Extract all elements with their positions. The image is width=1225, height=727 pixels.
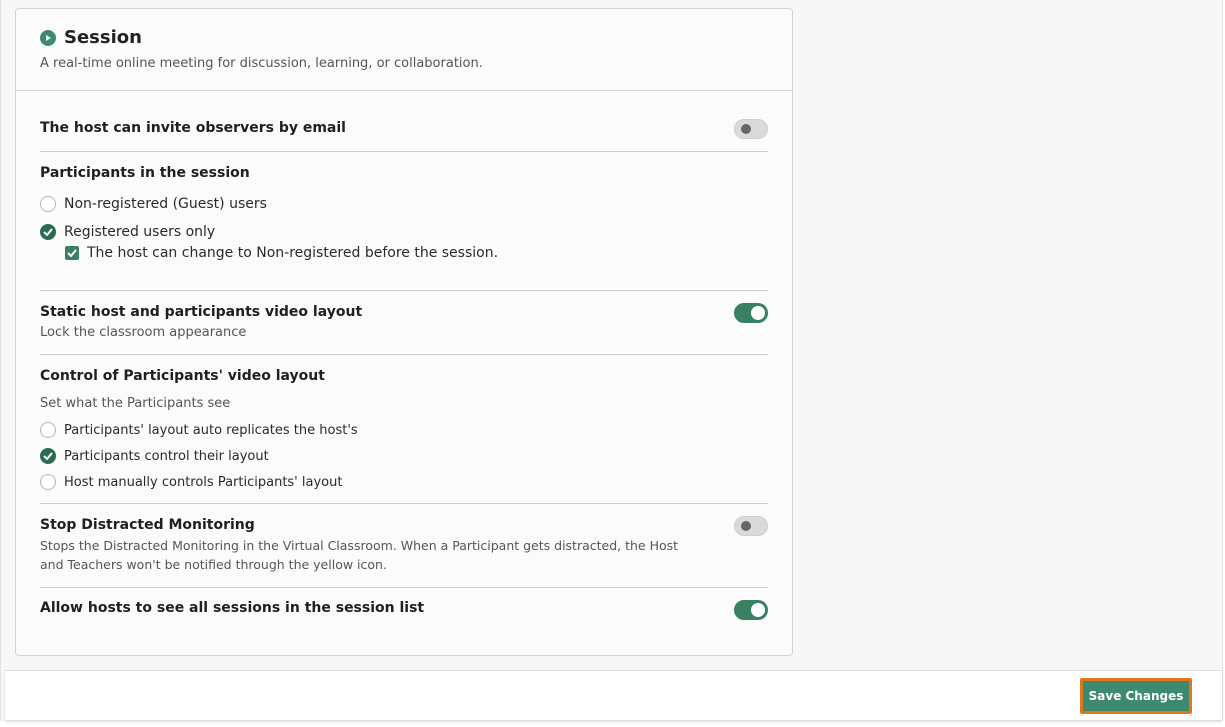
radio-unchecked-icon[interactable] <box>40 196 56 212</box>
radio-unchecked-icon[interactable] <box>40 422 56 438</box>
setting-description: and Teachers won't be notified through t… <box>40 557 387 572</box>
radio-label: Participants control their layout <box>64 448 269 464</box>
session-settings-card: Session A real-time online meeting for d… <box>15 8 793 656</box>
toggle-knob <box>741 124 751 134</box>
distracted-monitoring-toggle[interactable] <box>734 516 768 536</box>
section-subtitle: A real-time online meeting for discussio… <box>40 56 483 71</box>
checkbox-checked-icon[interactable] <box>65 246 79 260</box>
settings-page: Session A real-time online meeting for d… <box>0 0 1223 721</box>
radio-label: Registered users only <box>64 224 216 240</box>
setting-title: Control of Participants' video layout <box>40 368 325 384</box>
section-title: Session <box>64 27 142 48</box>
radio-option-registered[interactable]: Registered users only <box>40 224 215 240</box>
setting-static-layout: Static host and participants video layou… <box>40 291 768 355</box>
radio-option-guest[interactable]: Non-registered (Guest) users <box>40 196 267 212</box>
radio-option-participants-control[interactable]: Participants control their layout <box>40 448 269 464</box>
setting-invite-observers: The host can invite observers by email <box>40 91 768 152</box>
radio-checked-icon[interactable] <box>40 448 56 464</box>
card-header: Session A real-time online meeting for d… <box>16 9 792 91</box>
setting-description: Lock the classroom appearance <box>40 325 247 340</box>
toggle-knob <box>751 603 765 617</box>
setting-see-all-sessions: Allow hosts to see all sessions in the s… <box>40 588 768 638</box>
setting-title: Allow hosts to see all sessions in the s… <box>40 600 425 616</box>
toggle-knob <box>751 306 765 320</box>
toggle-knob <box>741 521 751 531</box>
checkbox-label: The host can change to Non-registered be… <box>87 245 499 261</box>
setting-title: Stop Distracted Monitoring <box>40 517 255 533</box>
radio-checked-icon[interactable] <box>40 224 56 240</box>
setting-title: The host can invite observers by email <box>40 120 346 136</box>
radio-label: Participants' layout auto replicates the… <box>64 422 358 438</box>
radio-label: Host manually controls Participants' lay… <box>64 474 343 490</box>
setting-title: Participants in the session <box>40 165 250 181</box>
radio-unchecked-icon[interactable] <box>40 474 56 490</box>
setting-description: Set what the Participants see <box>40 396 231 411</box>
setting-control-layout: Control of Participants' video layout Se… <box>40 355 768 504</box>
setting-description: Stops the Distracted Monitoring in the V… <box>40 538 679 553</box>
radio-option-auto-replicate[interactable]: Participants' layout auto replicates the… <box>40 422 358 438</box>
setting-distracted-monitoring: Stop Distracted Monitoring Stops the Dis… <box>40 504 768 588</box>
radio-label: Non-registered (Guest) users <box>64 196 267 212</box>
checkbox-host-can-change[interactable]: The host can change to Non-registered be… <box>65 245 498 261</box>
see-all-sessions-toggle[interactable] <box>734 600 768 620</box>
static-layout-toggle[interactable] <box>734 303 768 323</box>
save-changes-button[interactable]: Save Changes <box>1080 678 1192 714</box>
play-icon <box>40 29 56 46</box>
invite-observers-toggle[interactable] <box>734 119 768 139</box>
setting-title: Static host and participants video layou… <box>40 304 363 320</box>
setting-participants: Participants in the session Non-register… <box>40 152 768 291</box>
radio-option-host-manual[interactable]: Host manually controls Participants' lay… <box>40 474 342 490</box>
footer-bar: Save Changes <box>5 670 1222 720</box>
